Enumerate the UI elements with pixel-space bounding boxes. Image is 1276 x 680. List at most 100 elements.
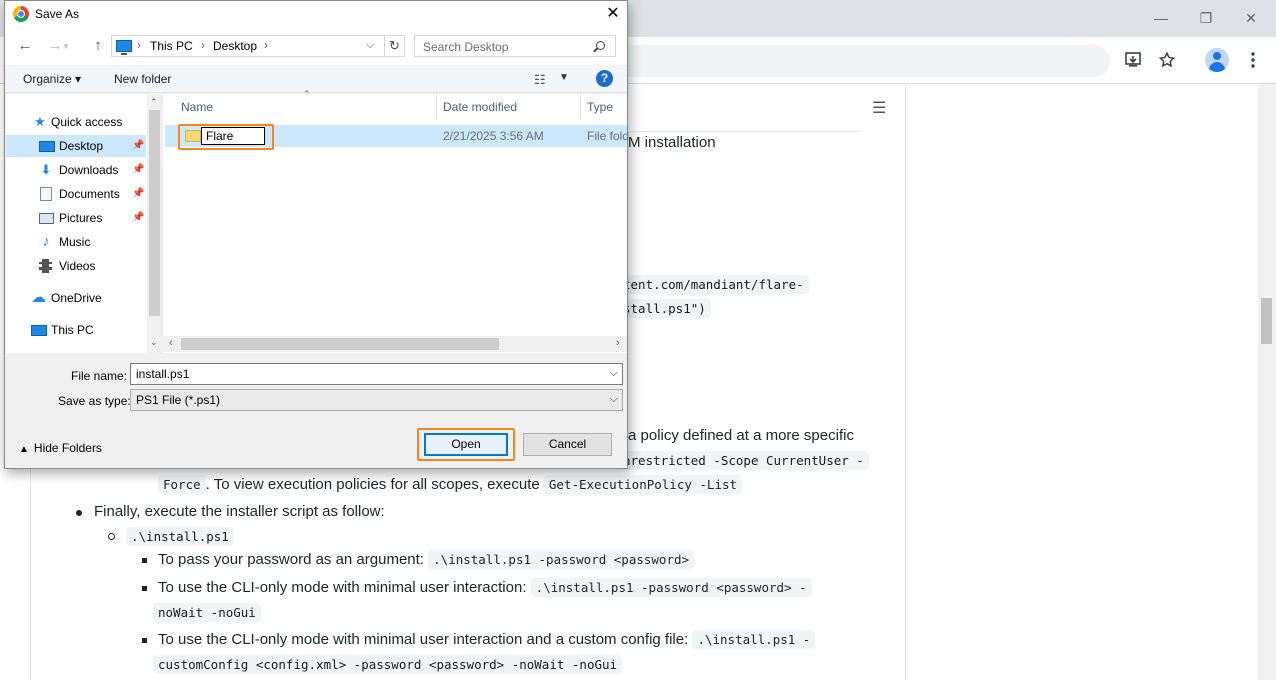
final-step-text: Finally, execute the installer script as… [94, 503, 385, 520]
open-button[interactable]: Open [424, 433, 508, 456]
chrome-logo-icon [13, 6, 29, 22]
file-list-hscrollbar[interactable]: ‹ › [163, 336, 627, 352]
pin-icon: 📌 [132, 212, 145, 223]
hide-folders-toggle[interactable]: ▲ Hide Folders [19, 441, 102, 455]
navigation-pane: ★ Quick access Desktop 📌 ⬇ Downloads 📌 D… [6, 94, 162, 353]
nav-downloads[interactable]: ⬇ Downloads 📌 [6, 159, 146, 181]
breadcrumb-desktop[interactable]: Desktop [213, 39, 257, 53]
list-item: To use the CLI-only mode with minimal us… [158, 578, 812, 597]
force-line: Force. To view execution policies for al… [158, 475, 743, 494]
bullet [142, 558, 147, 563]
nav-scrollbar-thumb[interactable] [149, 110, 160, 316]
search-icon [596, 41, 605, 50]
chevron-down-icon[interactable]: ⌵ [610, 393, 618, 406]
recent-dropdown-icon[interactable]: ▾ [61, 36, 71, 56]
dialog-title: Save As [35, 7, 80, 21]
refresh-icon[interactable]: ↻ [384, 36, 404, 56]
nav-label: Pictures [59, 211, 103, 225]
scroll-up-icon[interactable]: ⌃ [150, 97, 158, 108]
film-icon [39, 259, 52, 273]
window-close-button[interactable]: ✕ [1231, 6, 1271, 30]
sort-ascending-icon: ⌃ [303, 89, 311, 99]
page-scrollbar-thumb[interactable] [1261, 298, 1272, 344]
nav-music[interactable]: ♪ Music [6, 231, 146, 253]
menu-kebab-icon[interactable] [1240, 47, 1266, 73]
divider [630, 131, 862, 132]
bullet [76, 510, 82, 516]
bullet [142, 638, 147, 643]
scroll-left-icon[interactable]: ‹ [169, 337, 173, 349]
column-type[interactable]: Type [587, 100, 613, 114]
chevron-down-icon[interactable]: ⌵ [610, 367, 618, 380]
nav-label: Downloads [59, 163, 119, 177]
column-name[interactable]: Name [181, 100, 213, 114]
save-type-label: Save as type: [58, 394, 131, 408]
nav-videos[interactable]: Videos [6, 255, 146, 277]
nav-label: Quick access [51, 115, 123, 129]
pictures-icon [39, 213, 54, 224]
dialog-close-button[interactable]: ✕ [601, 3, 625, 25]
nav-scrollbar[interactable]: ⌃ ⌄ [147, 94, 162, 353]
dialog-nav-row: ← → ▾ ↑ › This PC › Desktop › ⌵ ↻ Search… [5, 27, 627, 65]
list-item-code-cont: customConfig <config.xml> -password <pas… [153, 655, 623, 674]
search-input[interactable]: Search Desktop [414, 35, 616, 57]
new-folder-button[interactable]: New folder [114, 72, 171, 86]
address-dropdown-icon[interactable]: ⌵ [366, 39, 374, 52]
policy-code: nrestricted -Scope CurrentUser - [618, 451, 869, 470]
nav-this-pc[interactable]: This PC [6, 319, 146, 341]
column-divider[interactable] [580, 94, 581, 120]
hide-folders-label: Hide Folders [33, 441, 102, 455]
list-item-text: To use the CLI-only mode with minimal us… [158, 579, 527, 596]
nav-documents[interactable]: Documents 📌 [6, 183, 146, 205]
column-date-modified[interactable]: Date modified [443, 100, 517, 114]
nav-onedrive[interactable]: ☁ OneDrive [6, 287, 146, 309]
pin-icon: 📌 [132, 188, 145, 199]
minimize-button[interactable]: — [1141, 6, 1181, 30]
search-placeholder: Search Desktop [423, 40, 509, 54]
hscrollbar-thumb[interactable] [181, 338, 499, 350]
breadcrumb-chevron-icon: › [201, 38, 205, 52]
file-list: ⌃ Name Date modified Type Flare 2/21/202… [163, 89, 629, 353]
back-arrow-icon[interactable]: ← [15, 36, 35, 56]
computer-icon [31, 325, 47, 336]
list-item-code: .\install.ps1 - [692, 630, 816, 649]
view-dropdown-icon[interactable]: ▼ [559, 72, 569, 83]
up-arrow-icon[interactable]: ↑ [88, 36, 108, 56]
help-icon[interactable]: ? [596, 70, 613, 87]
restore-button[interactable]: ❐ [1186, 6, 1226, 30]
save-as-dialog: Save As ✕ ← → ▾ ↑ › This PC › Desktop › … [4, 0, 629, 469]
breadcrumb-this-pc[interactable]: This PC [150, 39, 193, 53]
nav-pictures[interactable]: Pictures 📌 [6, 207, 146, 229]
page-scrollbar[interactable] [1258, 84, 1276, 680]
nav-label: Music [59, 235, 91, 249]
music-note-icon: ♪ [42, 233, 50, 250]
file-name-field[interactable]: install.ps1 ⌵ [130, 363, 623, 385]
chevron-up-icon: ▲ [19, 444, 29, 455]
bookmark-star-icon[interactable] [1154, 47, 1180, 73]
pin-icon: 📌 [132, 140, 145, 151]
documents-icon [40, 187, 52, 201]
toc-list-icon[interactable]: ☰ [872, 98, 886, 118]
scroll-right-icon[interactable]: › [616, 337, 620, 349]
breadcrumb-chevron-icon: › [137, 38, 141, 52]
bullet [142, 586, 147, 591]
dialog-address-bar[interactable]: › This PC › Desktop › ⌵ ↻ [111, 35, 405, 57]
dialog-command-bar: Organize ▾ New folder ☷ ▼ ? [5, 65, 627, 93]
address-bar[interactable] [600, 45, 1110, 77]
view-options-icon[interactable]: ☷ [534, 72, 546, 88]
list-item-text: To use the CLI-only mode with minimal us… [158, 631, 689, 648]
organize-menu[interactable]: Organize ▾ [23, 72, 81, 86]
profile-avatar[interactable] [1205, 48, 1229, 72]
save-type-select[interactable]: PS1 File (*.ps1) ⌵ [130, 389, 623, 411]
scroll-down-icon[interactable]: ⌄ [150, 337, 158, 348]
nav-quick-access[interactable]: ★ Quick access [6, 111, 146, 133]
pin-icon: 📌 [132, 164, 145, 175]
file-date: 2/21/2025 3:56 AM [443, 129, 544, 143]
install-app-icon[interactable] [1121, 47, 1147, 73]
breadcrumb-chevron-icon: › [264, 38, 268, 52]
cancel-button[interactable]: Cancel [523, 433, 612, 456]
policy-text: a policy defined at a more specific [628, 427, 854, 444]
install-command: .\install.ps1 [126, 527, 234, 546]
column-divider[interactable] [436, 94, 437, 120]
nav-desktop[interactable]: Desktop 📌 [6, 135, 146, 157]
